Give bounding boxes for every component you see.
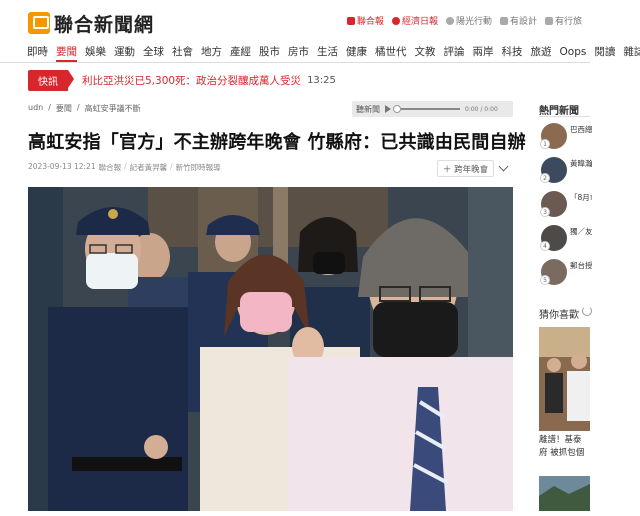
- travel-icon: [544, 16, 553, 25]
- nav-item-industry[interactable]: 產經: [230, 42, 251, 62]
- audio-time: 0:00 / 0:00: [465, 105, 498, 113]
- top-links: 聯合報 經濟日報 陽光行動 有設計 有行旅: [346, 14, 582, 27]
- audio-player: 聽新聞 0:00 / 0:00: [352, 101, 513, 117]
- main-nav: 即時 要聞 娛樂 運動 全球 社會 地方 產經 股市 房市 生活 健康 橘世代 …: [0, 42, 640, 62]
- hot-news-item[interactable]: 5 郵台授陳: [539, 259, 599, 289]
- breaking-headline[interactable]: 利比亞洪災已5,300死：政治分裂釀成萬人受災: [82, 73, 301, 88]
- meta-sep: /: [170, 162, 173, 171]
- article-date: 2023-09-13 12:21: [28, 162, 96, 171]
- hot-news-divider: [539, 116, 590, 117]
- top-link-money[interactable]: 經濟日報: [391, 14, 438, 27]
- breaking-news-bar: 快訊 利比亞洪災已5,300死：政治分裂釀成萬人受災 13:25: [28, 70, 336, 91]
- hot-news-item[interactable]: 1 巴西總統把錯誤: [539, 123, 599, 153]
- nav-item-stocks[interactable]: 股市: [259, 42, 280, 62]
- article-title: 高虹安指「官方」不主辦跨年晚會 竹縣府：已共識由民間自辦: [28, 132, 526, 153]
- hot-news-rank: 1: [540, 139, 550, 149]
- recommended-caption[interactable]: 離譜！基泰 府 被抓包個: [539, 434, 590, 460]
- hot-news-rank: 2: [540, 173, 550, 183]
- breadcrumb-item-headlines[interactable]: 要聞: [56, 103, 72, 114]
- nav-item-oops[interactable]: Oops: [560, 42, 587, 62]
- nav-item-education[interactable]: 文教: [415, 42, 436, 62]
- nav-item-local[interactable]: 地方: [201, 42, 222, 62]
- article-meta: 2023-09-13 12:21 聯合報 / 記者黃羿馨 / 新竹即時報導: [28, 162, 221, 173]
- nav-item-global[interactable]: 全球: [143, 42, 164, 62]
- nav-item-society[interactable]: 社會: [172, 42, 193, 62]
- nav-item-health[interactable]: 健康: [346, 42, 367, 62]
- site-header: 聯合新聞網 聯合報 經濟日報 陽光行動 有設計 有行旅: [0, 0, 640, 40]
- play-icon[interactable]: [385, 105, 391, 113]
- hot-news-text: 郵台授陳: [570, 261, 592, 270]
- recommended-thumb[interactable]: [539, 327, 590, 431]
- nav-item-travel[interactable]: 旅遊: [531, 42, 552, 62]
- article-reporter[interactable]: 記者黃羿馨: [130, 162, 168, 173]
- breadcrumb: udn / 要聞 / 高虹安爭議不斷: [28, 103, 141, 114]
- article-source[interactable]: 聯合報: [99, 162, 122, 173]
- nav-item-orange-gen[interactable]: 橘世代: [375, 42, 407, 62]
- site-logo-text[interactable]: 聯合新聞網: [54, 10, 154, 37]
- udn-logo-icon[interactable]: [28, 12, 50, 34]
- hot-news-text: 黃暐瀚對照: [570, 159, 592, 168]
- nav-item-tech[interactable]: 科技: [502, 42, 523, 62]
- hot-news-text: 巴西總統把錯誤: [570, 125, 592, 134]
- audio-label: 聽新聞: [356, 104, 380, 114]
- refresh-icon[interactable]: [582, 306, 592, 316]
- hot-news-rank: 4: [540, 241, 550, 251]
- top-link-design[interactable]: 有設計: [499, 14, 537, 27]
- nav-item-reading[interactable]: 閱讀: [594, 42, 615, 62]
- nav-item-cross-strait[interactable]: 兩岸: [473, 42, 494, 62]
- hot-news-item[interactable]: 2 黃暐瀚對照: [539, 157, 599, 187]
- meta-sep: /: [124, 162, 127, 171]
- top-link-udn-paper[interactable]: 聯合報: [346, 14, 384, 27]
- hot-news-rank: 5: [540, 275, 550, 285]
- sun-icon: [445, 16, 454, 25]
- chevron-down-icon[interactable]: [498, 161, 509, 172]
- breaking-tag: 快訊: [28, 70, 74, 91]
- recommended-caption-line: 府 被抓包個: [539, 448, 585, 458]
- breadcrumb-item-topic[interactable]: 高虹安爭議不斷: [85, 103, 141, 114]
- nav-item-entertainment[interactable]: 娛樂: [85, 42, 106, 62]
- udn-paper-icon: [346, 16, 355, 25]
- hot-news-text: 「8月市前: [570, 193, 592, 202]
- top-link-travel[interactable]: 有行旅: [544, 14, 582, 27]
- recommended-thumb[interactable]: [539, 476, 590, 511]
- hot-news-text: 獨／友談: [570, 227, 592, 236]
- nav-item-headlines[interactable]: 要聞: [56, 42, 77, 62]
- breadcrumb-sep: /: [48, 103, 51, 112]
- article-photo[interactable]: [28, 187, 513, 511]
- follow-tag-button[interactable]: ＋ 跨年晚會: [437, 160, 494, 177]
- money-icon: [391, 16, 400, 25]
- recommended-thumb-art: [539, 476, 590, 511]
- nav-item-sports[interactable]: 運動: [114, 42, 135, 62]
- breadcrumb-sep: /: [76, 103, 80, 112]
- nav-item-magazine[interactable]: 雜誌: [623, 42, 640, 62]
- audio-progress-track[interactable]: [393, 105, 460, 113]
- recommended-thumb-art: [539, 327, 590, 431]
- hot-news-rank: 3: [540, 207, 550, 217]
- guess-you-like-title: 猜你喜歡: [539, 310, 579, 321]
- audio-progress-knob[interactable]: [393, 105, 401, 113]
- top-link-sun[interactable]: 陽光行動: [445, 14, 492, 27]
- design-icon: [499, 16, 508, 25]
- news-photo-illustration: [28, 187, 513, 511]
- nav-divider: [0, 62, 590, 63]
- nav-item-housing[interactable]: 房市: [288, 42, 309, 62]
- nav-item-life[interactable]: 生活: [317, 42, 338, 62]
- hot-news-item[interactable]: 3 「8月市前: [539, 191, 599, 221]
- breaking-time: 13:25: [307, 75, 336, 86]
- nav-item-instant[interactable]: 即時: [27, 42, 48, 62]
- nav-item-opinion[interactable]: 評論: [444, 42, 465, 62]
- recommended-caption-line: 離譜！基泰: [539, 435, 582, 445]
- article-desk: 新竹即時報導: [175, 163, 221, 172]
- hot-news-item[interactable]: 4 獨／友談: [539, 225, 599, 255]
- breadcrumb-item-udn[interactable]: udn: [28, 103, 43, 114]
- hot-news-title: 熱門新聞: [539, 106, 579, 117]
